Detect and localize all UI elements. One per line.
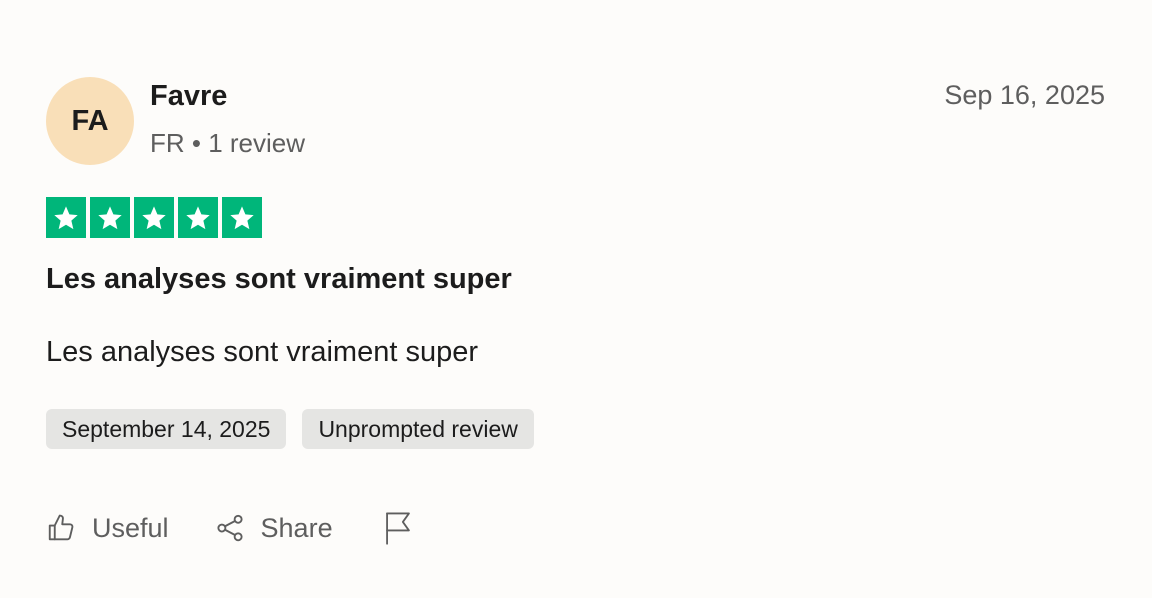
reviewer-name[interactable]: Favre	[150, 80, 227, 113]
useful-button[interactable]: Useful	[46, 508, 169, 548]
star-icon	[90, 197, 130, 238]
star-icon	[222, 197, 262, 238]
share-label: Share	[260, 512, 333, 543]
star-icon	[134, 197, 174, 238]
avatar-initials: FA	[71, 104, 109, 137]
unprompted-review-badge[interactable]: Unprompted review	[302, 409, 534, 449]
flag-icon	[383, 511, 413, 545]
experience-date-badge: September 14, 2025	[46, 409, 287, 449]
thumbs-up-icon	[46, 513, 76, 543]
review-title: Les analyses sont vraiment super	[46, 263, 512, 295]
review-date: Sep 16, 2025	[944, 80, 1105, 110]
star-icon	[178, 197, 218, 238]
share-icon	[215, 513, 245, 543]
star-rating	[46, 197, 262, 238]
useful-label: Useful	[92, 512, 169, 543]
review-actions: Useful Share	[46, 508, 413, 548]
share-button[interactable]: Share	[215, 508, 333, 548]
review-tags: September 14, 2025 Unprompted review	[46, 409, 534, 449]
review-card: FA Favre FR • 1 review Sep 16, 2025 Les …	[0, 0, 1152, 598]
review-body: Les analyses sont vraiment super	[46, 336, 478, 368]
report-button[interactable]	[383, 508, 413, 548]
avatar: FA	[46, 77, 134, 165]
star-icon	[46, 197, 86, 238]
reviewer-meta: FR • 1 review	[150, 128, 306, 158]
